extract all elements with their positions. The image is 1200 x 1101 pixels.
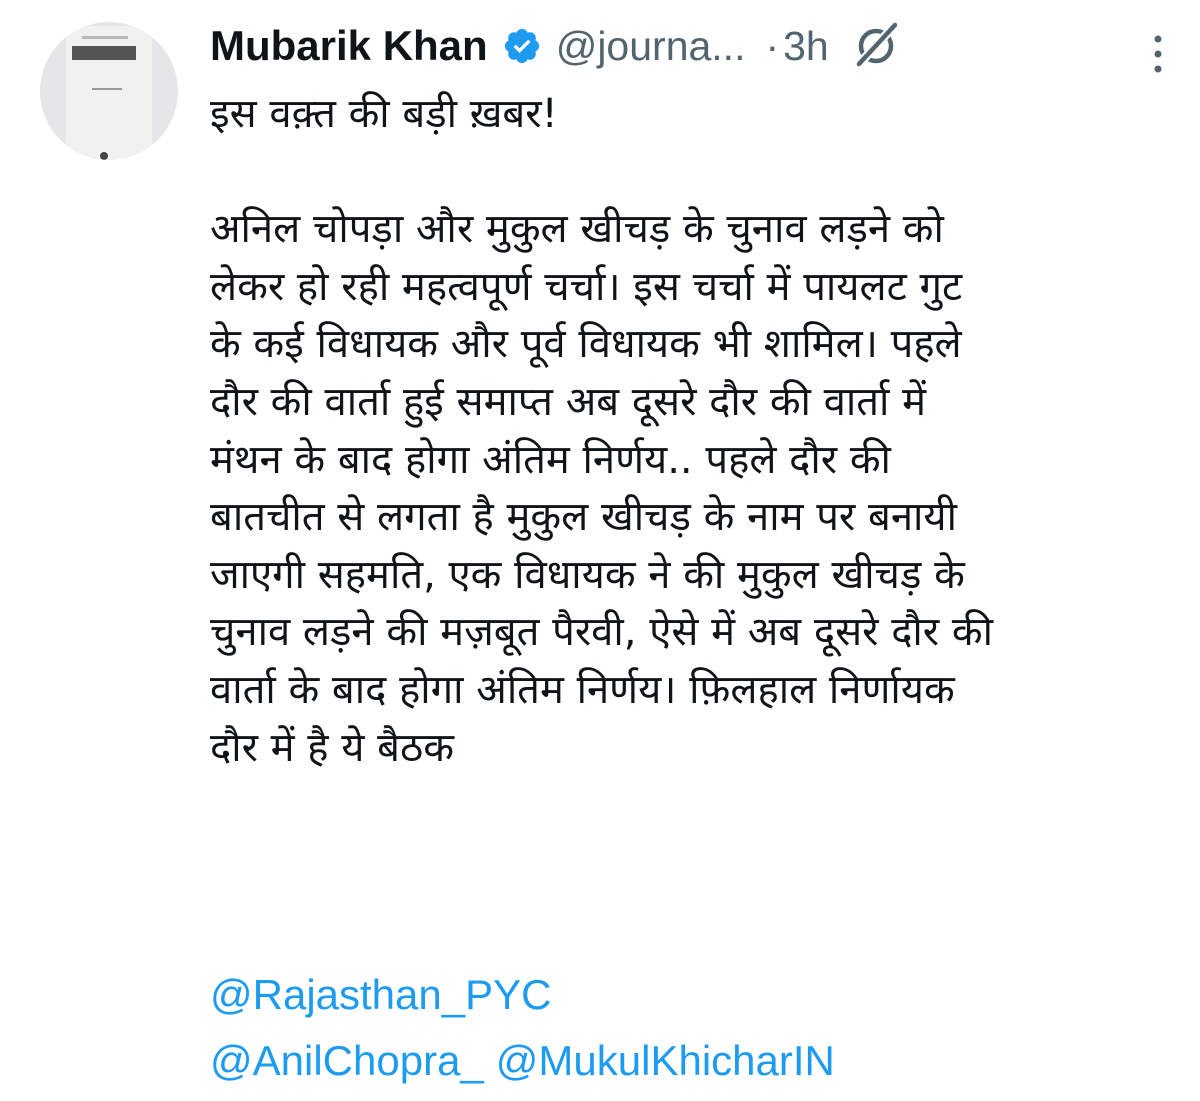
tweet-text-line: चुनाव लड़ने की मज़बूत पैरवी, ऐसे में अब … [210,609,993,656]
tweet-text-line: लेकर हो रही महत्वपूर्ण चर्चा। इस चर्चा म… [210,263,963,310]
author-name[interactable]: Mubarik Khan [210,22,488,70]
tweet-text-line: दौर में है ये बैठक [210,724,454,771]
tweet-text-line: मंथन के बाद होगा अंतिम निर्णय.. पहले दौर… [210,436,891,483]
tweet-text-line: जाएगी सहमति, एक विधायक ने की मुकुल खीचड़… [210,551,965,598]
tweet-text-line [210,144,1170,202]
avatar-book-image [66,26,152,160]
tweet-text-line: बातचीत से लगता है मुकुल खीचड़ के नाम पर … [210,494,957,541]
separator-dot: · [765,22,780,69]
tweet-text-line: इस वक़्त की बड़ी ख़बर! [210,91,558,137]
tweet-text-line: वार्ता के बाद होगा अंतिम निर्णय। फ़िलहाल… [210,666,955,713]
author-handle[interactable]: @journa... [556,23,746,70]
avatar[interactable] [40,22,178,160]
timestamp[interactable]: 3h [783,23,829,70]
tweet-text: इस वक़्त की बड़ी ख़बर! अनिल चोपड़ा और मुक… [210,86,1170,777]
tweet-text-line: के कई विधायक और पूर्व विधायक भी शामिल। प… [210,321,962,368]
tweet-text-line: अनिल चोपड़ा और मुकुल खीचड़ के चुनाव लड़न… [210,206,944,253]
mention-link[interactable]: @Rajasthan_PYC [210,971,551,1018]
grok-icon[interactable] [851,21,901,71]
tweet-text-line: दौर की वार्ता हुई समाप्त अब दूसरे दौर की… [210,378,927,425]
verified-badge-icon [504,28,539,64]
tweet-mentions: @Rajasthan_PYC @AnilChopra_ @MukulKhichar… [210,962,835,1094]
more-vertical-icon[interactable] [1148,30,1168,80]
mention-link[interactable]: @MukulKhicharIN [496,1037,835,1084]
mention-link[interactable]: @AnilChopra_ [210,1037,484,1084]
tweet-header: Mubarik Khan @journa... · 3h [210,16,901,76]
